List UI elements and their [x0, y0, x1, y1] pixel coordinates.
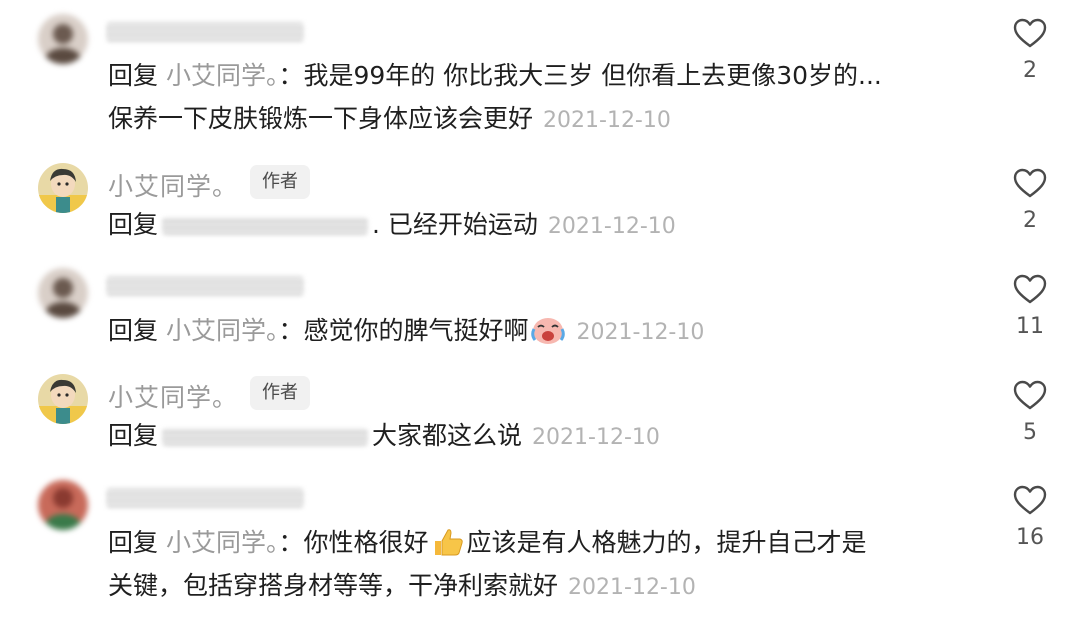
comment-text-line2: 保养一下皮肤锻炼一下身体应该会更好 2021-12-10: [108, 103, 671, 137]
avatar[interactable]: [38, 480, 88, 530]
comment-body: 关键，包括穿搭身材等等，干净利索就好: [108, 571, 559, 600]
author-badge: 作者: [250, 376, 310, 410]
comment-text: 回复 小艾同学。：我是99年的 你比我大三岁 但你看上去更像30岁的...: [108, 60, 882, 92]
heart-outline-icon[interactable]: [1013, 274, 1047, 304]
avatar[interactable]: [38, 268, 88, 318]
reply-target-name[interactable]: 小艾同学。: [166, 316, 279, 345]
author-avatar[interactable]: [38, 374, 88, 424]
author-name[interactable]: 小艾同学。: [108, 167, 238, 203]
avatar[interactable]: [38, 14, 88, 64]
blurred-reply-target[interactable]: [162, 217, 369, 235]
timestamp: 2021-12-10: [543, 108, 671, 133]
comment-body: 大家都这么说: [372, 421, 523, 450]
timestamp: 2021-12-10: [532, 425, 660, 450]
comment-body: 我是99年的 你比我大三岁 但你看上去更像30岁的...: [303, 61, 882, 90]
blurred-username[interactable]: [106, 276, 304, 296]
comment-body: 保养一下皮肤锻炼一下身体应该会更好: [108, 104, 534, 133]
reply-label: 回复: [108, 421, 159, 450]
reply-label: 回复: [108, 61, 159, 90]
comment-text: 回复 小艾同学。：你性格很好 应该是有人格魅力的，提升自己才是: [108, 527, 867, 559]
reply-target-name[interactable]: 小艾同学。: [166, 61, 279, 90]
like-button[interactable]: 5: [1008, 380, 1052, 445]
like-count: 2: [1023, 58, 1037, 83]
like-count: 2: [1023, 208, 1037, 233]
timestamp: 2021-12-10: [576, 320, 705, 345]
thumbs-up-emoji: [434, 529, 463, 556]
reply-separator: ：: [278, 61, 304, 90]
heart-outline-icon[interactable]: [1013, 168, 1047, 198]
reply-label: 回复: [108, 210, 159, 239]
blurred-username[interactable]: [106, 488, 304, 508]
comment-list: 回复 小艾同学。：我是99年的 你比我大三岁 但你看上去更像30岁的... 保养…: [0, 0, 1080, 626]
like-button[interactable]: 11: [1008, 274, 1052, 339]
reply-separator: ：: [278, 528, 304, 557]
blurred-username[interactable]: [106, 22, 304, 42]
reply-target-name[interactable]: 小艾同学。: [166, 528, 279, 557]
heart-outline-icon[interactable]: [1013, 380, 1047, 410]
like-count: 11: [1016, 314, 1044, 339]
comment-text: 回复 . 已经开始运动 2021-12-10: [108, 209, 676, 243]
like-button[interactable]: 16: [1008, 485, 1052, 550]
author-name[interactable]: 小艾同学。: [108, 378, 238, 414]
comment-text: 回复 小艾同学。：感觉你的脾气挺好啊 2021-12-10: [108, 315, 704, 349]
blurred-reply-target[interactable]: [162, 428, 369, 446]
comment-body: 应该是有人格魅力的，提升自己才是: [466, 528, 867, 557]
author-avatar[interactable]: [38, 163, 88, 213]
like-button[interactable]: 2: [1008, 168, 1052, 233]
comment-body: 你性格很好: [303, 528, 429, 557]
crying-laughing-emoji: [530, 318, 565, 344]
heart-outline-icon[interactable]: [1013, 18, 1047, 48]
comment-body: . 已经开始运动: [372, 210, 538, 239]
reply-label: 回复: [108, 316, 159, 345]
heart-outline-icon[interactable]: [1013, 485, 1047, 515]
like-button[interactable]: 2: [1008, 18, 1052, 83]
reply-separator: ：: [278, 316, 304, 345]
reply-label: 回复: [108, 528, 159, 557]
like-count: 16: [1016, 525, 1044, 550]
timestamp: 2021-12-10: [547, 214, 676, 239]
comment-text-line2: 关键，包括穿搭身材等等，干净利索就好 2021-12-10: [108, 570, 696, 604]
like-count: 5: [1023, 420, 1037, 445]
comment-text: 回复 大家都这么说 2021-12-10: [108, 420, 660, 454]
comment-body: 感觉你的脾气挺好啊: [303, 316, 529, 345]
author-badge: 作者: [250, 165, 310, 199]
timestamp: 2021-12-10: [568, 575, 696, 600]
